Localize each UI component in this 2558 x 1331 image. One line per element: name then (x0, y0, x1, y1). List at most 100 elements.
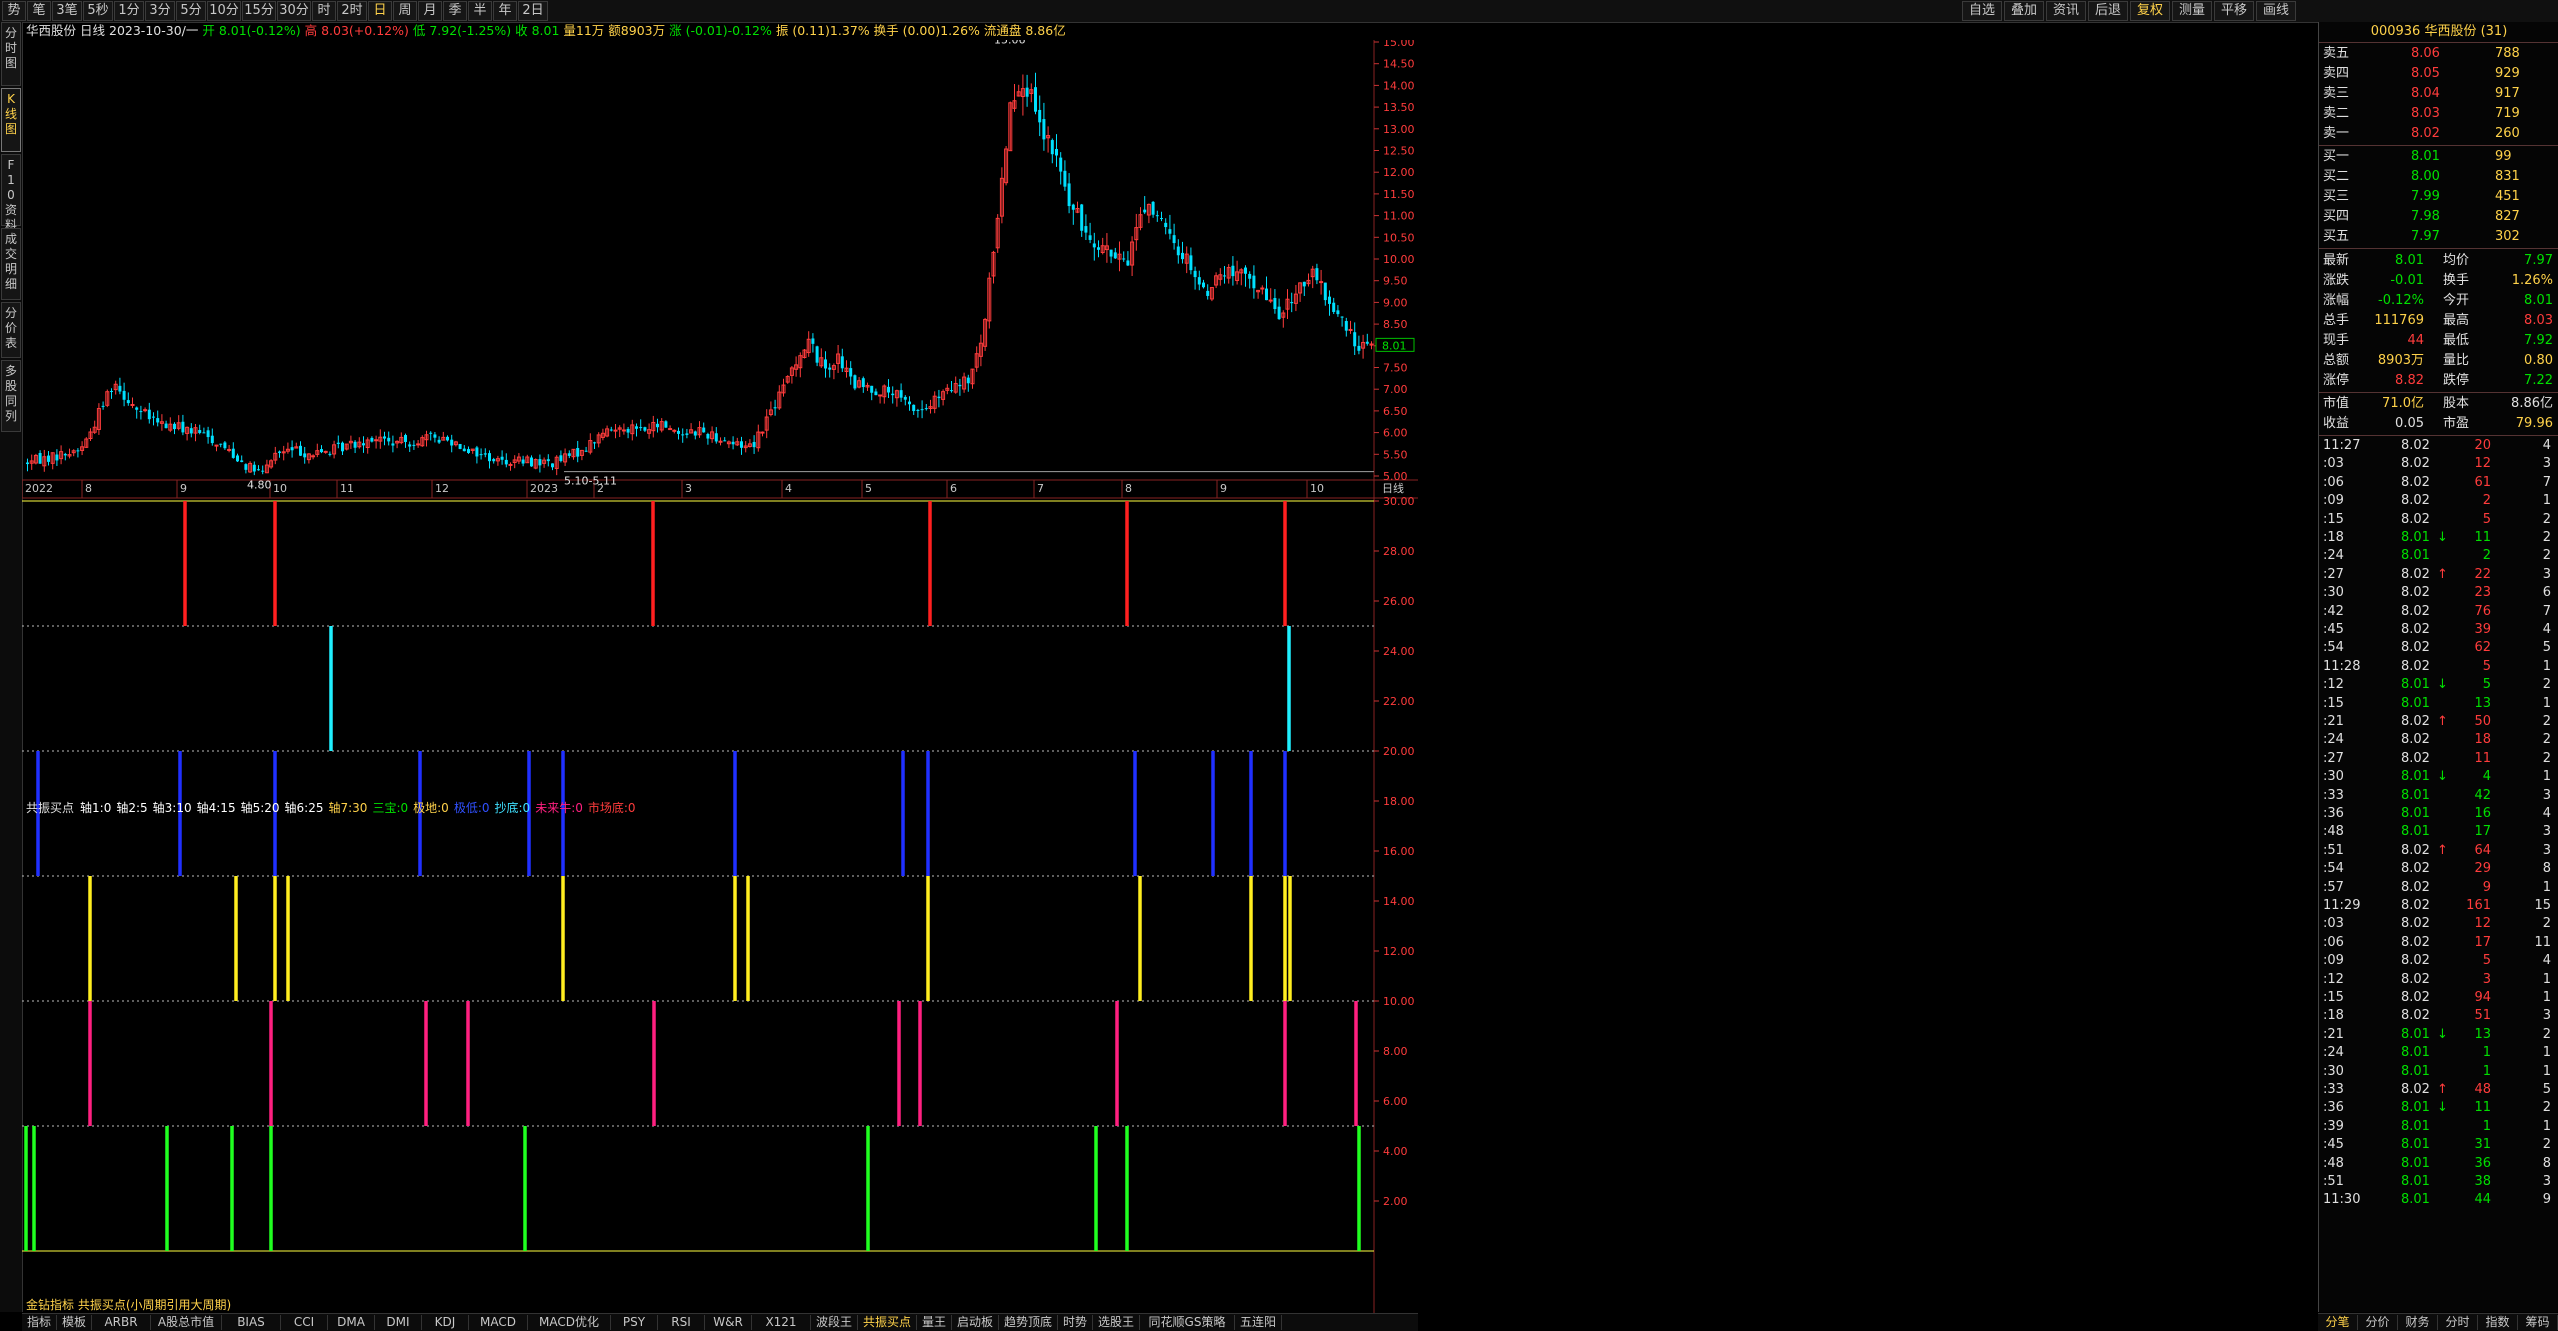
indicator-tab[interactable]: 选股王 (1093, 1315, 1140, 1330)
period-button[interactable]: 月 (418, 1, 442, 21)
view-tab[interactable]: F10资料 (1, 154, 21, 232)
quote-panel-tab[interactable]: 分时 (2438, 1315, 2478, 1330)
indicator-tab[interactable]: DMI (375, 1315, 422, 1330)
indicator-tab[interactable]: 波段王 (811, 1315, 858, 1330)
stat-label: 总手 (2323, 313, 2350, 328)
ind-label: 30.00 (1383, 495, 1415, 508)
indicator-tab[interactable]: 模板 (57, 1315, 92, 1330)
period-button[interactable]: 半 (468, 1, 492, 21)
indicator-tab[interactable]: BIAS (222, 1315, 281, 1330)
indicator-tab[interactable]: ARBR (92, 1315, 151, 1330)
tick-price: 8.02 (2401, 990, 2430, 1005)
tick-count: 4 (2542, 806, 2551, 821)
period-button[interactable]: 30分 (277, 1, 311, 21)
view-tab[interactable]: 多股同列 (1, 360, 21, 432)
kline-chart[interactable]: 15.00 14.50 14.00 13.50 13.00 12.50 12.00 11.50… (22, 40, 2318, 1313)
candle-body (374, 439, 379, 442)
indicator-tab[interactable]: KDJ (422, 1315, 469, 1330)
period-button[interactable]: 15分 (242, 1, 276, 21)
candle-body (559, 455, 563, 462)
tick-vol: 31 (2474, 1137, 2491, 1153)
candle-body (1206, 290, 1210, 296)
tick-row: :12 8.02 3 1 (2319, 971, 2558, 989)
tick-arrow: ↓ (2437, 677, 2448, 693)
indicator-tab[interactable]: 同花顺GS策略 (1140, 1315, 1235, 1330)
tool-button[interactable]: 资讯 (2046, 1, 2086, 21)
quote-header[interactable]: 000936 华西股份 (31) (2319, 22, 2558, 42)
indicator-tab[interactable]: A股总市值 (151, 1315, 222, 1330)
indicator-tab[interactable]: 量王 (917, 1315, 952, 1330)
quote-panel-tab[interactable]: 筹码 (2518, 1315, 2558, 1330)
tool-button[interactable]: 自选 (1962, 1, 2002, 21)
period-button[interactable]: 周 (393, 1, 417, 21)
indicator-tab[interactable]: W&R (705, 1315, 752, 1330)
ask-row: 卖五 8.06 788 (2319, 44, 2558, 63)
indicator-tab[interactable]: 趋势顶底 (999, 1315, 1058, 1330)
indicator-tab[interactable]: MACD优化 (528, 1315, 611, 1330)
tool-button[interactable]: 画线 (2256, 1, 2296, 21)
candle-body (1260, 287, 1265, 290)
period-button[interactable]: 5分 (176, 1, 206, 21)
period-button[interactable]: 时 (312, 1, 336, 21)
view-tab[interactable]: 分时图 (1, 22, 21, 86)
view-tab[interactable]: 成交明细 (1, 228, 21, 300)
tick-vol: 5 (2482, 953, 2491, 969)
tick-count: 3 (2542, 566, 2551, 582)
bid-price: 8.00 (2411, 169, 2440, 184)
stat-value: 44 (2407, 333, 2424, 348)
view-tab[interactable]: 分价表 (1, 302, 21, 358)
indicator-tab[interactable]: PSY (611, 1315, 658, 1330)
period-button[interactable]: 日 (368, 1, 392, 21)
indicator-tab[interactable]: CCI (281, 1315, 328, 1330)
period-button[interactable]: 3笔 (52, 1, 82, 21)
tool-button[interactable]: 平移 (2214, 1, 2254, 21)
candle-body (1223, 275, 1226, 277)
indicator-tab[interactable]: MACD (469, 1315, 528, 1330)
quote-panel-tab[interactable]: 分价 (2358, 1315, 2398, 1330)
candle-body (1160, 218, 1163, 220)
period-button[interactable]: 笔 (27, 1, 51, 21)
stat-value: -0.12% (2378, 293, 2424, 308)
indicator-tab[interactable]: 指标 (22, 1315, 57, 1330)
period-button[interactable]: 势 (2, 1, 26, 21)
candle-body (450, 439, 454, 446)
quote-panel-tab[interactable]: 财务 (2398, 1315, 2438, 1330)
indicator-tab[interactable]: 共振买点 (858, 1315, 917, 1330)
candle-body (811, 338, 815, 344)
candle-body (752, 442, 756, 448)
candle-body (621, 429, 626, 432)
candle-body (702, 427, 706, 433)
period-button[interactable]: 2时 (337, 1, 367, 21)
tick-row: :33 8.02 ↑ 48 5 (2319, 1081, 2558, 1099)
period-button[interactable]: 1分 (114, 1, 144, 21)
tool-button[interactable]: 叠加 (2004, 1, 2044, 21)
bid-row: 买五 7.97 302 (2319, 227, 2558, 246)
indicator-tab[interactable]: 时势 (1058, 1315, 1093, 1330)
indicator-tab[interactable]: X121 (752, 1315, 811, 1330)
period-button[interactable]: 年 (493, 1, 517, 21)
tick-count: 15 (2534, 898, 2551, 913)
indicator-tab[interactable]: RSI (658, 1315, 705, 1330)
period-button[interactable]: 10分 (207, 1, 241, 21)
indicator-tab[interactable]: 启动板 (952, 1315, 999, 1330)
indicator-tab[interactable]: 五连阳 (1235, 1315, 1282, 1330)
ind-label: 24.00 (1383, 645, 1415, 658)
tick-vol: 161 (2466, 898, 2491, 913)
price-label: 14.50 (1383, 58, 1415, 71)
price-label: 13.50 (1383, 101, 1415, 114)
tool-button[interactable]: 复权 (2130, 1, 2170, 21)
quote-panel-tab[interactable]: 指数 (2478, 1315, 2518, 1330)
tick-vol: 1 (2482, 1118, 2491, 1134)
period-button[interactable]: 2日 (518, 1, 548, 21)
time-label: 10 (1310, 482, 1324, 495)
tick-row: :36 8.01 16 4 (2319, 805, 2558, 823)
period-button[interactable]: 5秒 (83, 1, 113, 21)
quote-panel-tab[interactable]: 分笔 (2318, 1315, 2358, 1330)
candle-body (1265, 288, 1268, 301)
tool-button[interactable]: 后退 (2088, 1, 2128, 21)
period-button[interactable]: 3分 (145, 1, 175, 21)
indicator-tab[interactable]: DMA (328, 1315, 375, 1330)
period-button[interactable]: 季 (443, 1, 467, 21)
view-tab[interactable]: K线图 (1, 88, 21, 152)
tool-button[interactable]: 测量 (2172, 1, 2212, 21)
